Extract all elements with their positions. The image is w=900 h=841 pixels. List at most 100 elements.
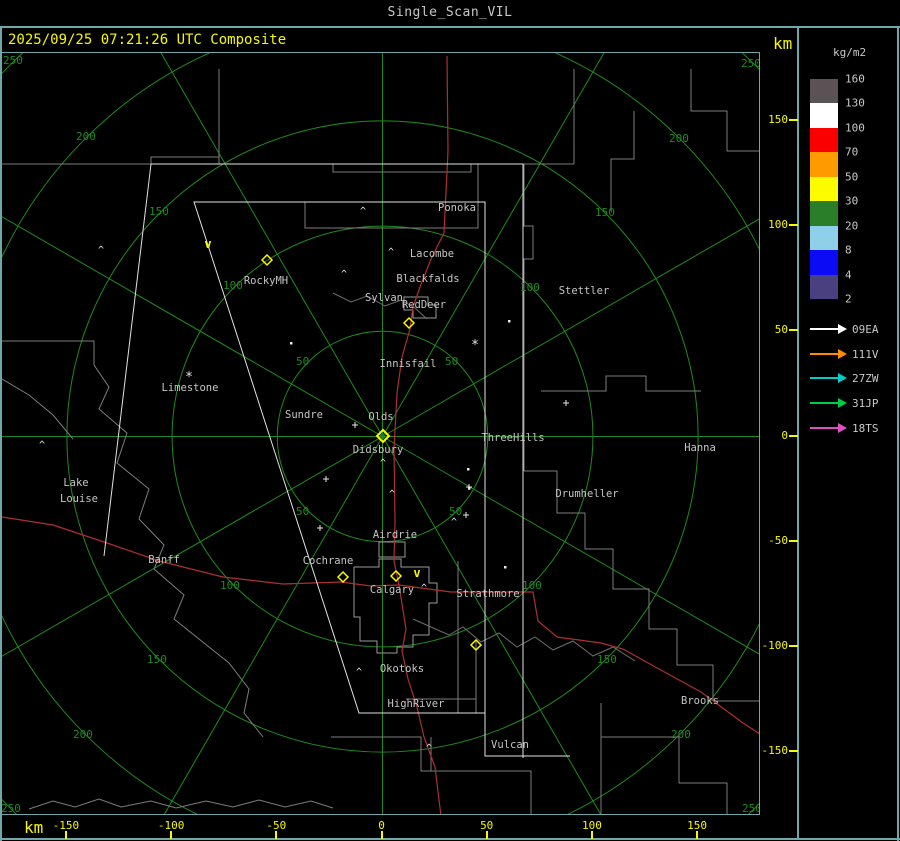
peak-caret-marker: ^ <box>421 583 427 594</box>
window-border-right <box>897 26 899 841</box>
site-id-label: 31JP <box>852 397 879 411</box>
titlebar-divider <box>0 26 900 28</box>
legend-value-label: 100 <box>845 121 865 134</box>
ring-distance-label: 100 <box>520 281 540 294</box>
legend-value-label: 70 <box>845 145 859 159</box>
peak-caret-marker: ^ <box>39 440 45 451</box>
legend-color-swatch <box>810 225 838 250</box>
legend-color-swatch <box>810 127 838 152</box>
right-axis-unit: km <box>773 34 793 53</box>
ring-distance-label: 200 <box>669 132 689 145</box>
ring-distance-label: 150 <box>147 653 167 666</box>
legend-value-label: 2 <box>845 292 852 306</box>
peak-caret-marker: ^ <box>389 489 395 500</box>
city-label: Brooks <box>681 695 719 707</box>
ring-distance-label: 100 <box>220 579 240 592</box>
peak-caret-marker: ^ <box>341 269 347 280</box>
legend-unit-label: kg/m2 <box>833 46 867 59</box>
city-label: Innisfail <box>380 358 437 370</box>
city-label: Drumheller <box>555 488 618 500</box>
ring-distance-label: 200 <box>671 728 691 741</box>
ring-distance-label: 150 <box>595 206 615 219</box>
site-arrow-shaft <box>810 402 840 405</box>
city-label: Vulcan <box>491 739 529 751</box>
peak-caret-marker: ^ <box>380 458 386 469</box>
legend-value-label: 4 <box>845 268 852 281</box>
city-label: Calgary <box>370 584 414 596</box>
city-label: RedDeer <box>402 299 446 311</box>
legend-color-swatch <box>810 103 838 128</box>
right-axis-tick-label: 0 <box>781 428 788 442</box>
bottom-axis-tickmark <box>170 831 173 839</box>
map-layer: 5010015020025050100150200250501001502002… <box>0 0 900 841</box>
right-axis-tick-label: -100 <box>761 638 789 652</box>
legend-color-swatch <box>810 176 838 201</box>
legend-value-label: 50 <box>845 170 859 183</box>
window-title: Single_Scan_VIL <box>387 5 513 20</box>
county-boundary <box>523 164 534 471</box>
legend-value-label: 20 <box>845 219 859 232</box>
legend-value-label: 130 <box>845 96 865 110</box>
right-axis-tickmark <box>789 644 798 647</box>
ring-distance-label: 50 <box>296 355 309 368</box>
ring-distance-label: 100 <box>223 279 243 292</box>
bottom-axis-tickmark <box>64 831 67 839</box>
radar-site-diamond <box>402 316 416 330</box>
legend-value-label: 30 <box>845 194 859 208</box>
city-label: Lake <box>63 477 88 489</box>
site-arrow-shaft <box>810 352 840 355</box>
ring-distance-label: 200 <box>73 728 93 741</box>
site-arrow-head <box>838 422 847 433</box>
bottom-axis-tickmark <box>696 831 699 839</box>
county-boundary <box>1 378 74 440</box>
city-label: Stettler <box>559 285 610 297</box>
ring-distance-label: 150 <box>597 653 617 666</box>
town-plus-marker <box>463 512 469 518</box>
city-label: Sundre <box>285 409 323 421</box>
legend-color-swatch <box>810 201 838 226</box>
scan-timestamp: 2025/09/25 07:21:26 UTC Composite <box>8 32 287 48</box>
city-label: Olds <box>368 411 393 423</box>
city-label: Banff <box>148 554 180 566</box>
peak-caret-marker: ^ <box>426 743 432 754</box>
city-outline <box>353 558 438 654</box>
site-id-label: 27ZW <box>852 372 879 386</box>
county-boundary <box>28 798 334 810</box>
right-axis-line <box>797 27 799 839</box>
right-axis-tick-label: -150 <box>761 744 789 758</box>
site-id-label: 09EA <box>852 323 879 336</box>
legend-color-swatch <box>810 274 838 299</box>
city-label: Cochrane <box>303 555 354 567</box>
bottom-axis-tickmark <box>275 831 278 839</box>
radar-map-canvas[interactable]: 50 100 150 200 250 50 100 150 200 250 50 100 150 200 2… <box>0 0 900 841</box>
city-label: Blackfalds <box>396 273 459 285</box>
city-label: HighRiver <box>388 698 445 710</box>
window-border-bottom <box>0 838 900 840</box>
storm-v-marker: v <box>413 566 420 580</box>
town-dot-marker <box>467 468 470 471</box>
star-marker: * <box>185 370 193 385</box>
city-label: Strathmore <box>456 588 519 600</box>
city-label: ThreeHills <box>481 432 544 444</box>
legend-color-swatch <box>810 250 838 275</box>
city-label: Airdrie <box>373 529 417 541</box>
highway-line <box>398 584 761 735</box>
ring-distance-label: 250 <box>3 54 23 67</box>
town-plus-marker <box>563 400 569 406</box>
site-id-label: 18TS <box>852 421 879 435</box>
site-arrow-head <box>838 348 847 359</box>
city-label: Louise <box>60 493 98 505</box>
right-axis-tickmark <box>789 224 798 227</box>
ring-distance-label: 100 <box>522 579 542 592</box>
city-label: Sylvan <box>365 292 403 304</box>
star-marker: * <box>471 338 479 353</box>
storm-v-marker: v <box>204 237 211 251</box>
legend-color-swatch <box>810 78 838 103</box>
county-boundary <box>93 364 264 738</box>
peak-caret-marker: ^ <box>388 247 394 258</box>
town-plus-marker <box>317 525 323 531</box>
peak-caret-marker: ^ <box>451 517 457 528</box>
radar-app-window: Single_Scan_VIL 2025/09/25 07:21:26 UTC … <box>0 0 900 841</box>
bottom-axis-tickmark <box>380 831 383 839</box>
town-plus-marker <box>352 422 358 428</box>
